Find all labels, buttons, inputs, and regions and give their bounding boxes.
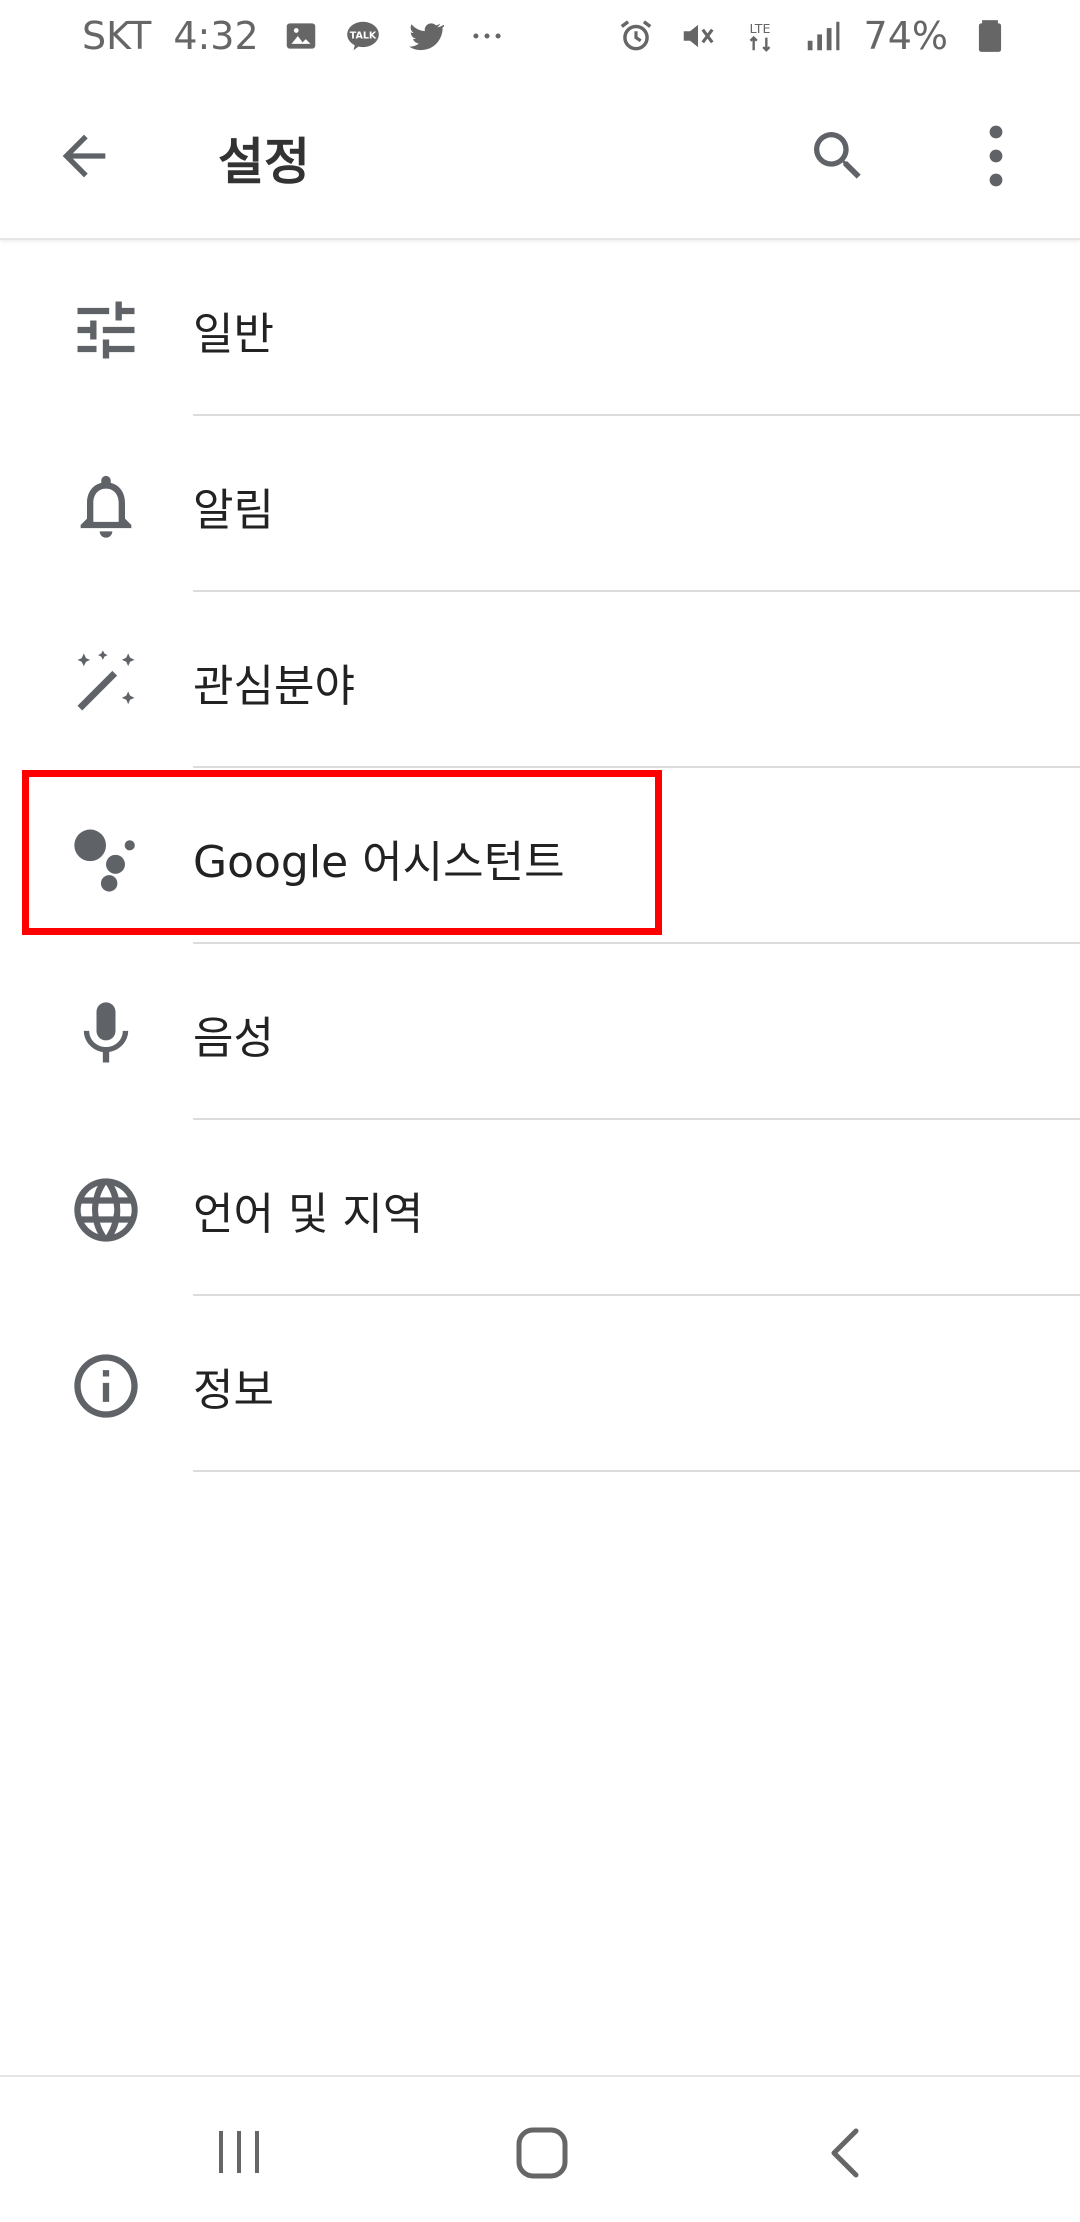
info-icon	[68, 1348, 144, 1424]
settings-item-label: 언어 및 지역	[193, 1189, 424, 1240]
svg-text:TALK: TALK	[349, 30, 376, 41]
alarm-icon	[616, 16, 656, 56]
mute-icon	[678, 16, 718, 56]
settings-item-label: 관심분야	[193, 661, 355, 712]
carrier-label: SKT	[82, 14, 152, 58]
status-bar: SKT 4:32 TALK LTE 74%	[0, 0, 1080, 72]
divider	[193, 1470, 1080, 1472]
highlight-box	[22, 770, 662, 935]
home-icon[interactable]	[512, 2123, 572, 2183]
nav-bar	[0, 2075, 1080, 2222]
arrow-back-icon[interactable]	[52, 124, 116, 188]
magic-wand-icon	[68, 644, 144, 720]
page-title: 설정	[218, 133, 310, 191]
settings-item-info[interactable]: 정보	[0, 1296, 1080, 1472]
status-right: LTE 74%	[616, 14, 1010, 58]
lte-icon: LTE	[740, 16, 780, 56]
microphone-icon	[68, 996, 144, 1072]
clock: 4:32	[173, 14, 259, 58]
app-bar: 설정	[0, 72, 1080, 240]
battery-percent: 74%	[863, 14, 948, 58]
tune-icon	[68, 292, 144, 368]
more-notifications-icon	[467, 16, 507, 56]
settings-item-label: 음성	[193, 1013, 274, 1064]
settings-item-language-region[interactable]: 언어 및 지역	[0, 1120, 1080, 1296]
back-icon[interactable]	[818, 2123, 878, 2183]
settings-item-general[interactable]: 일반	[0, 240, 1080, 416]
globe-icon	[68, 1172, 144, 1248]
signal-icon	[802, 16, 842, 56]
kakaotalk-icon: TALK	[343, 16, 383, 56]
recent-apps-icon[interactable]	[214, 2127, 264, 2177]
bell-icon	[68, 468, 144, 544]
status-left: SKT 4:32 TALK	[82, 14, 507, 58]
battery-icon	[970, 16, 1010, 56]
settings-item-voice[interactable]: 음성	[0, 944, 1080, 1120]
twitter-icon	[405, 16, 445, 56]
lte-text: LTE	[749, 21, 770, 36]
image-icon	[281, 16, 321, 56]
search-icon[interactable]	[806, 124, 870, 188]
settings-item-label: 정보	[193, 1365, 274, 1416]
more-vert-icon[interactable]	[976, 122, 1016, 190]
settings-item-label: 알림	[193, 485, 274, 536]
settings-item-notifications[interactable]: 알림	[0, 416, 1080, 592]
settings-item-label: 일반	[193, 309, 274, 360]
settings-item-interests[interactable]: 관심분야	[0, 592, 1080, 768]
